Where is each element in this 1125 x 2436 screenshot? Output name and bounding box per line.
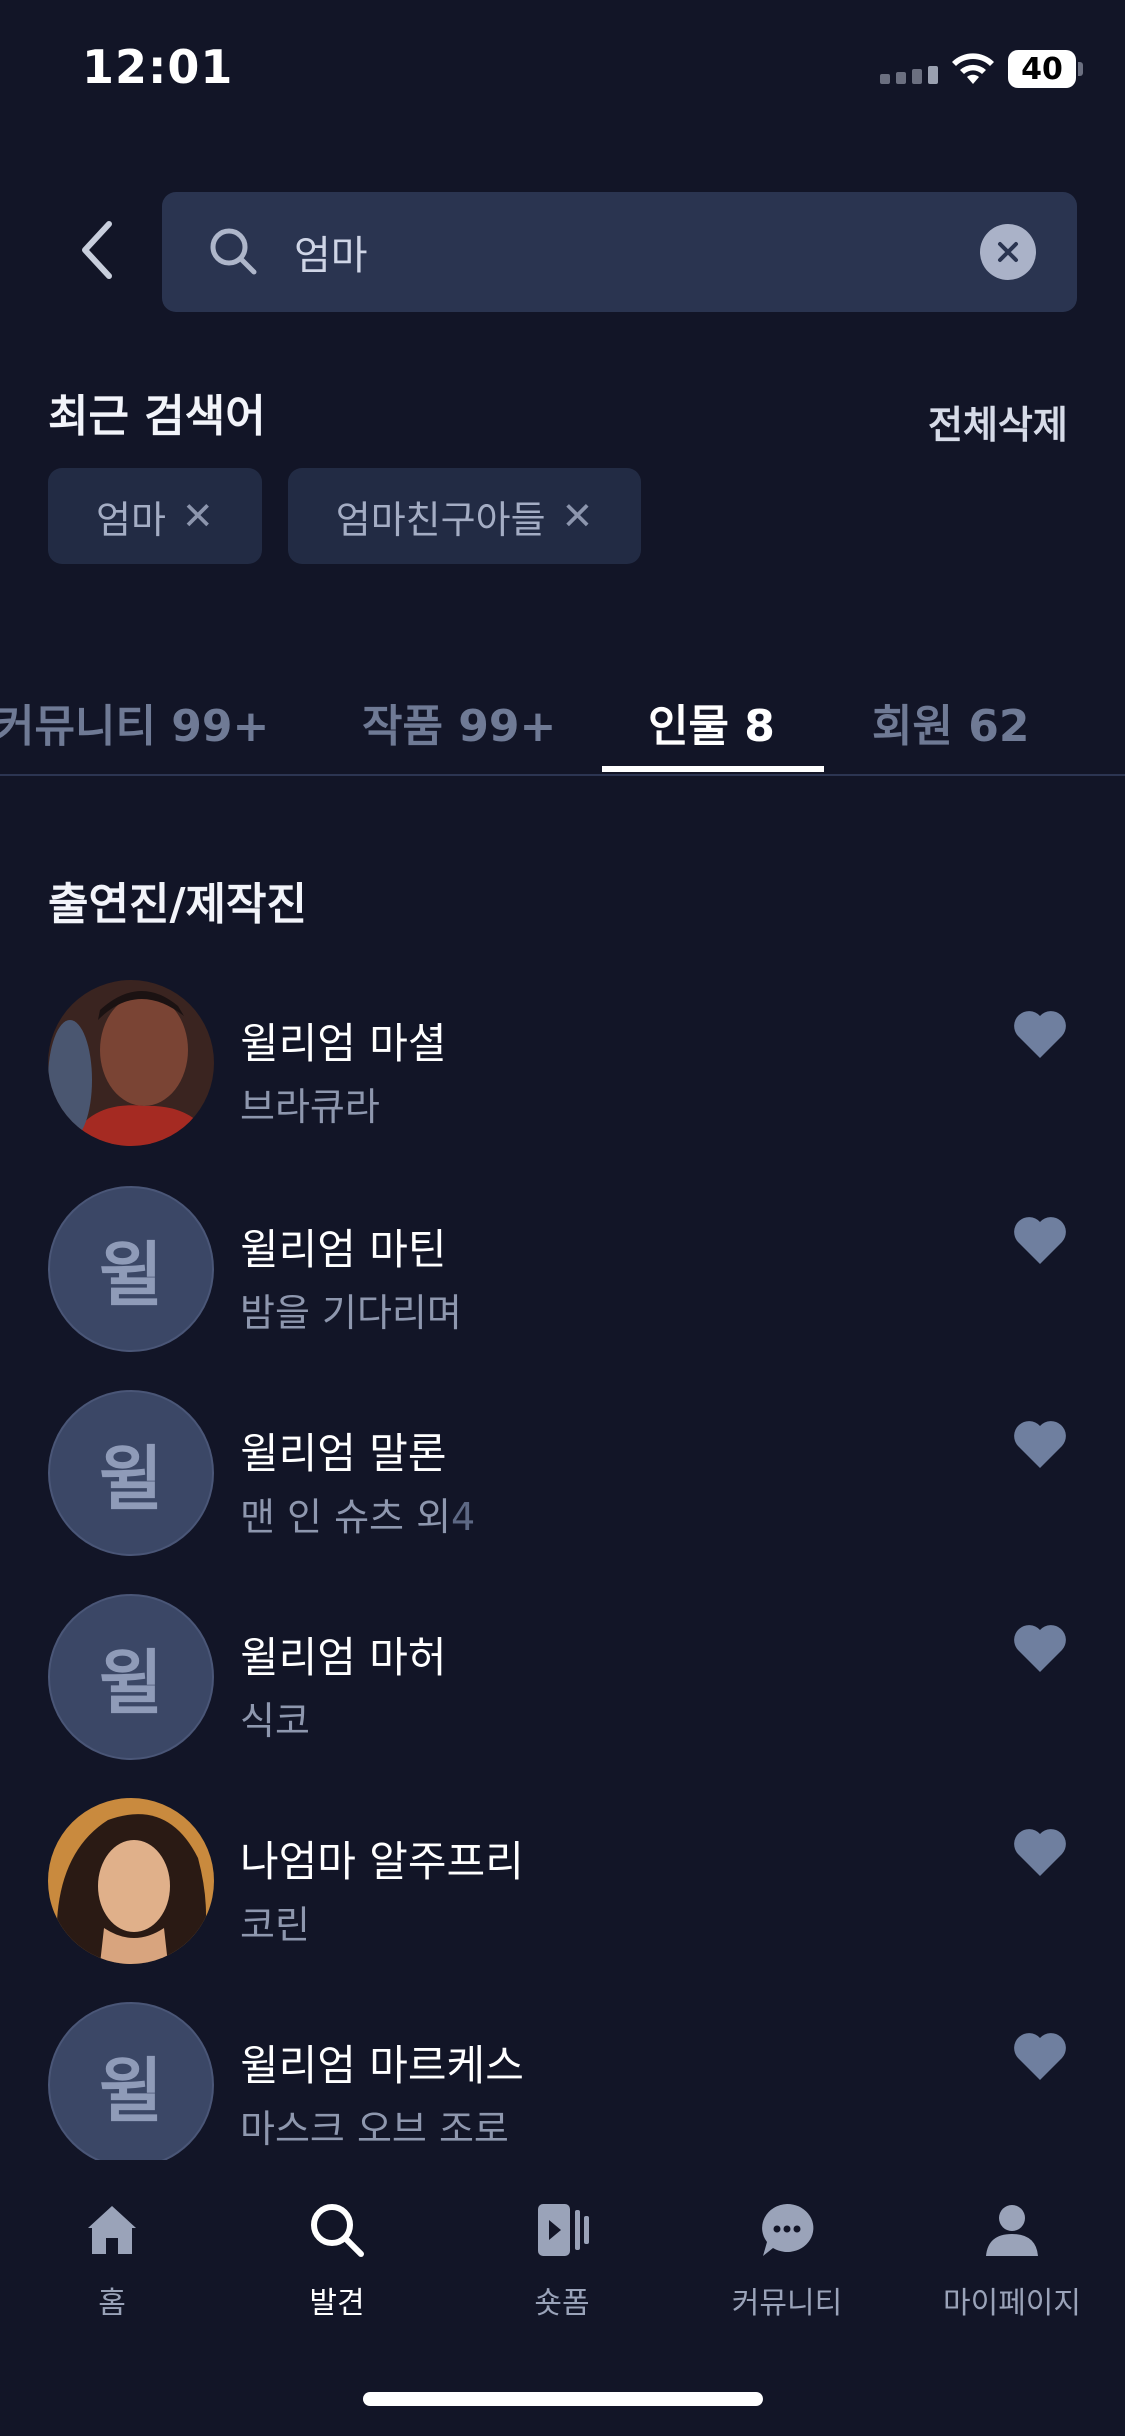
nav-label: 발견 [309,2286,365,2321]
recent-search-chip[interactable]: 엄마친구아들 ✕ [287,468,642,564]
avatar: 윌 [48,1390,214,1556]
list-item[interactable]: 윌 윌리엄 마르케스 마스크 오브 조로 [0,2002,1125,2172]
person-photo [48,1798,214,1964]
search-icon [311,2204,364,2257]
person-work: 마스크 오브 조로 [240,2107,509,2151]
home-indicator [363,2392,763,2406]
nav-home[interactable]: 홈 [2,2200,222,2340]
heart-icon[interactable] [1012,1008,1068,1060]
chevron-left-icon [82,221,112,279]
avatar: 윌 [48,2002,214,2168]
search-icon [210,228,257,275]
back-button[interactable] [62,210,132,290]
search-input[interactable] [294,220,914,284]
avatar: 윌 [48,1594,214,1760]
list-item[interactable]: 윌리엄 마셜 브라큐라 [0,980,1125,1150]
avatar [48,1798,214,1964]
nav-shortform[interactable]: 숏폼 [452,2200,672,2340]
person-work-extra-count: 4 [451,1495,476,1539]
person-icon [986,2205,1038,2256]
nav-community[interactable]: 커뮤니티 [677,2200,897,2340]
person-name: 윌리엄 마틴 [240,1225,447,1274]
battery-tip [1078,62,1083,76]
search-box[interactable] [162,192,1077,312]
person-work: 맨 인 슈츠 외 [240,1495,452,1539]
avatar [48,980,214,1146]
tab-community[interactable]: 커뮤니티 99+ [0,690,269,776]
heart-icon[interactable] [1012,1826,1068,1878]
chat-icon [762,2203,814,2256]
battery-icon: 40 [1008,50,1076,88]
recent-search-chips: 엄마 ✕ 엄마친구아들 ✕ [48,468,642,564]
result-tabs: 커뮤니티 99+ 작품 99+ 인물 8 회원 62 [0,690,1125,776]
close-icon [998,242,1018,262]
section-title: 출연진/제작진 [48,879,307,930]
status-bar: 12:01 40 [0,0,1125,140]
person-name: 윌리엄 말론 [240,1429,447,1478]
recent-search-chip[interactable]: 엄마 ✕ [48,468,262,564]
tab-works[interactable]: 작품 99+ [362,690,556,776]
chip-label: 엄마친구아들 [335,497,546,542]
person-work: 코린 [240,1903,310,1947]
list-item[interactable]: 윌 윌리엄 마허 식코 [0,1594,1125,1764]
tab-members[interactable]: 회원 62 [872,690,1030,776]
nav-label: 숏폼 [534,2286,590,2321]
nav-label: 마이페이지 [943,2286,1081,2321]
remove-chip-icon[interactable]: ✕ [562,494,594,538]
person-work: 브라큐라 [240,1085,380,1129]
remove-chip-icon[interactable]: ✕ [182,494,214,538]
clear-all-button[interactable]: 전체삭제 [928,394,1068,449]
person-name: 윌리엄 마셜 [240,1019,447,1068]
person-name: 윌리엄 마허 [240,1633,447,1682]
heart-icon[interactable] [1012,2030,1068,2082]
list-item[interactable]: 윌 윌리엄 말론 맨 인 슈츠 외4 [0,1390,1125,1560]
person-name: 윌리엄 마르케스 [240,2041,524,2090]
heart-icon[interactable] [1012,1214,1068,1266]
nav-mypage[interactable]: 마이페이지 [902,2200,1122,2340]
list-item[interactable]: 윌 윌리엄 마틴 밤을 기다리며 [0,1186,1125,1356]
tab-people[interactable]: 인물 8 [648,690,775,776]
chip-label: 엄마 [96,497,166,542]
status-time: 12:01 [82,40,234,94]
shortform-icon [538,2204,589,2256]
person-work: 식코 [240,1699,310,1743]
person-work: 밤을 기다리며 [240,1291,462,1335]
heart-icon[interactable] [1012,1418,1068,1470]
recent-searches-title: 최근 검색어 [48,391,266,442]
nav-discover[interactable]: 발견 [227,2200,447,2340]
person-name: 나엄마 알주프리 [240,1837,524,1886]
nav-label: 커뮤니티 [731,2286,843,2321]
avatar: 윌 [48,1186,214,1352]
nav-label: 홈 [98,2286,126,2321]
cellular-signal-icon [880,66,938,84]
person-photo [48,980,214,1146]
person-work-line: 맨 인 슈츠 외4 [240,1486,475,1541]
home-icon [88,2206,136,2254]
clear-search-button[interactable] [980,224,1036,280]
list-item[interactable]: 나엄마 알주프리 코린 [0,1798,1125,1968]
heart-icon[interactable] [1012,1622,1068,1674]
active-tab-indicator [602,766,824,772]
wifi-icon [952,53,994,84]
